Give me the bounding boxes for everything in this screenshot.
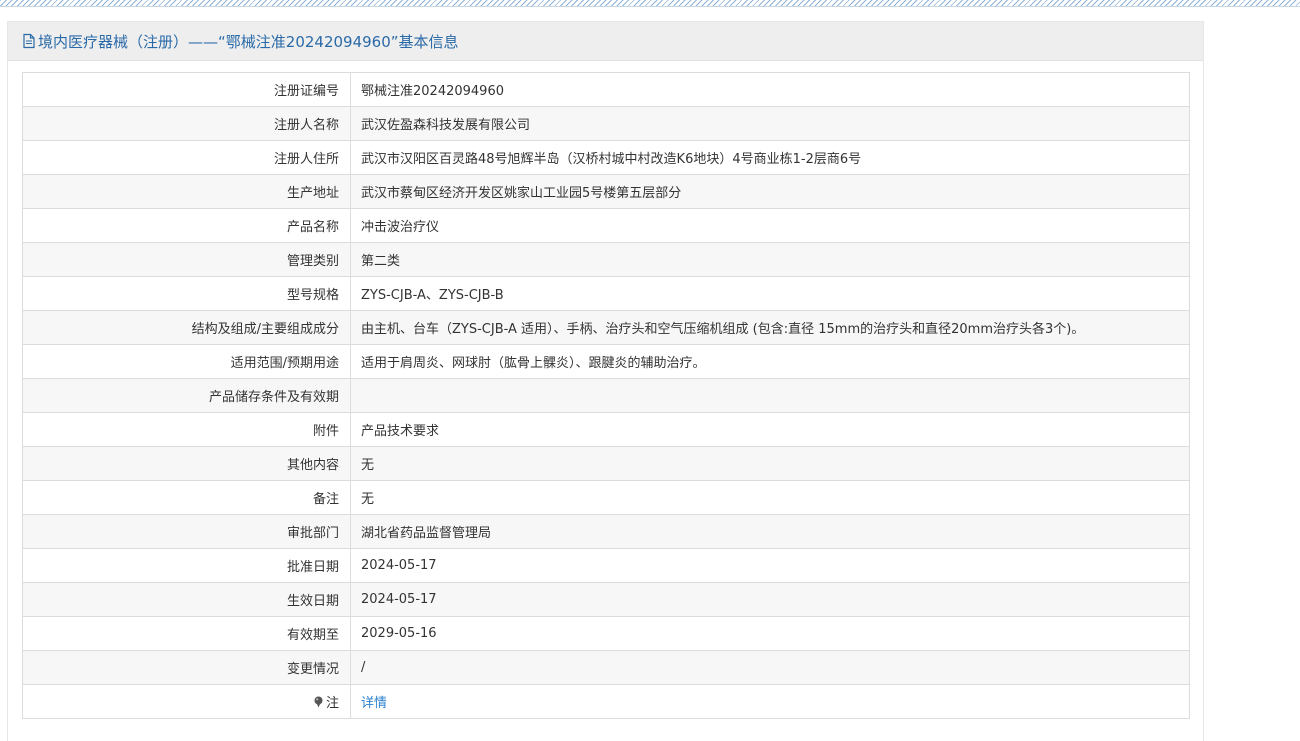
table-row: 适用范围/预期用途 适用于肩周炎、网球肘（肱骨上髁炎）、跟腱炎的辅助治疗。	[22, 344, 1190, 379]
field-label: 生产地址	[22, 174, 351, 209]
table-row: 注册人住所 武汉市汉阳区百灵路48号旭辉半岛（汉桥村城中村改造K6地块）4号商业栋…	[22, 140, 1190, 175]
field-label: 有效期至	[22, 616, 351, 651]
page-title: 境内医疗器械（注册）——“鄂械注准20242094960”基本信息	[38, 32, 459, 51]
field-value: 武汉佐盈森科技发展有限公司	[350, 106, 1190, 141]
table-row: 备注无	[22, 480, 1190, 515]
field-value: 产品技术要求	[350, 412, 1190, 447]
note-label-cell: 注	[22, 684, 351, 719]
table-row: 产品名称 冲击波治疗仪	[22, 208, 1190, 243]
table-row: 批准日期 2024-05-17	[22, 548, 1190, 583]
field-value: 2024-05-17	[350, 582, 1190, 617]
field-value	[350, 378, 1190, 413]
field-value: 无	[350, 480, 1190, 515]
field-value: 武汉市汉阳区百灵路48号旭辉半岛（汉桥村城中村改造K6地块）4号商业栋1-2层商…	[350, 140, 1190, 175]
field-label: 注册人名称	[22, 106, 351, 141]
field-value: 武汉市蔡甸区经济开发区姚家山工业园5号楼第五层部分	[350, 174, 1190, 209]
field-value: 由主机、台车（ZYS-CJB-A 适用）、手柄、治疗头和空气压缩机组成 (包含:…	[350, 310, 1190, 345]
field-label: 管理类别	[22, 242, 351, 277]
field-value: 2024-05-17	[350, 548, 1190, 583]
note-label: 注	[325, 696, 339, 711]
field-label: 注册人住所	[22, 140, 351, 175]
table-row: 变更情况 /	[22, 650, 1190, 685]
pin-icon	[313, 696, 324, 708]
field-value: 适用于肩周炎、网球肘（肱骨上髁炎）、跟腱炎的辅助治疗。	[350, 344, 1190, 379]
field-label: 结构及组成/主要组成成分	[22, 310, 351, 345]
field-value: 湖北省药品监督管理局	[350, 514, 1190, 549]
field-label: 型号规格	[22, 276, 351, 311]
table-row: 生产地址 武汉市蔡甸区经济开发区姚家山工业园5号楼第五层部分	[22, 174, 1190, 209]
field-label: 其他内容	[22, 446, 351, 481]
field-label: 附件	[22, 412, 351, 447]
basic-info-panel: 境内医疗器械（注册）——“鄂械注准20242094960”基本信息 注册证编号鄂…	[7, 21, 1204, 741]
table-row: 结构及组成/主要组成成分 由主机、台车（ZYS-CJB-A 适用）、手柄、治疗头和…	[22, 310, 1190, 345]
table-row: 其他内容无	[22, 446, 1190, 481]
field-value: 无	[350, 446, 1190, 481]
table-row: 管理类别 第二类	[22, 242, 1190, 277]
field-label: 注册证编号	[22, 72, 351, 107]
table-row-note: 注 详情	[22, 684, 1190, 719]
table-row: 附件 产品技术要求	[22, 412, 1190, 447]
field-value: /	[350, 650, 1190, 685]
document-icon	[22, 33, 36, 49]
field-label: 适用范围/预期用途	[22, 344, 351, 379]
details-link[interactable]: 详情	[361, 696, 387, 711]
field-label: 生效日期	[22, 582, 351, 617]
panel-header: 境内医疗器械（注册）——“鄂械注准20242094960”基本信息	[8, 22, 1203, 61]
field-value: 鄂械注准20242094960	[350, 72, 1190, 107]
table-row: 生效日期 2024-05-17	[22, 582, 1190, 617]
field-label: 批准日期	[22, 548, 351, 583]
field-label: 备注	[22, 480, 351, 515]
table-row: 产品储存条件及有效期	[22, 378, 1190, 413]
field-value: 第二类	[350, 242, 1190, 277]
top-decorative-stripe	[0, 0, 1300, 7]
field-label: 审批部门	[22, 514, 351, 549]
note-value-cell: 详情	[350, 684, 1190, 719]
table-row: 注册人名称 武汉佐盈森科技发展有限公司	[22, 106, 1190, 141]
field-label: 产品名称	[22, 208, 351, 243]
table-row: 注册证编号 鄂械注准20242094960	[22, 72, 1190, 107]
table-row: 型号规格 ZYS-CJB-A、ZYS-CJB-B	[22, 276, 1190, 311]
field-value: ZYS-CJB-A、ZYS-CJB-B	[350, 276, 1190, 311]
field-value: 冲击波治疗仪	[350, 208, 1190, 243]
field-label: 产品储存条件及有效期	[22, 378, 351, 413]
info-table: 注册证编号 鄂械注准20242094960 注册人名称 武汉佐盈森科技发展有限公司 注册…	[22, 72, 1190, 719]
table-row: 审批部门 湖北省药品监督管理局	[22, 514, 1190, 549]
field-label: 变更情况	[22, 650, 351, 685]
table-row: 有效期至 2029-05-16	[22, 616, 1190, 651]
field-value: 2029-05-16	[350, 616, 1190, 651]
